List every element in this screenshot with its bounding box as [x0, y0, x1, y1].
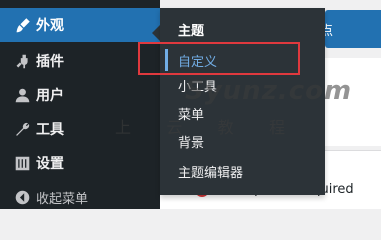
sidebar-item-plugins[interactable]: 插件 — [0, 44, 160, 78]
sidebar-item-appearance[interactable]: 外观 — [0, 8, 160, 42]
active-arrow-notch — [152, 25, 160, 41]
paintbrush-icon — [0, 17, 36, 34]
watermark-char: 云 — [166, 118, 183, 137]
watermark-text: Syunz.com — [185, 76, 353, 106]
submenu-item-theme-editor[interactable]: 主题编辑器 — [178, 162, 243, 181]
watermark-subtext: 上 云 教 程 — [115, 114, 285, 138]
watermark-char: 程 — [268, 118, 285, 137]
submenu-item-themes[interactable]: 主题 — [178, 20, 204, 39]
visit-site-button[interactable]: 点 — [320, 10, 381, 48]
collapse-arrow-icon — [0, 189, 36, 206]
highlight-box — [138, 42, 300, 75]
settings-sliders-icon — [0, 155, 36, 172]
sidebar-item-label: 外观 — [36, 18, 64, 34]
sidebar-item-label: 工具 — [36, 122, 64, 138]
user-icon — [0, 87, 36, 104]
sidebar-item-label: 插件 — [36, 54, 64, 70]
admin-sidebar: 外观 插件 用户 工具 设置 收起菜单 — [0, 0, 160, 209]
sidebar-item-label: 用户 — [36, 88, 64, 104]
wrench-icon — [0, 121, 36, 138]
sidebar-item-users[interactable]: 用户 — [0, 78, 160, 112]
sidebar-item-settings[interactable]: 设置 — [0, 146, 160, 180]
watermark-char: 上 — [115, 118, 132, 137]
sidebar-item-label: 设置 — [36, 156, 64, 172]
collapse-menu-button[interactable]: 收起菜单 — [0, 180, 160, 214]
watermark-char: 教 — [217, 118, 234, 137]
collapse-menu-label: 收起菜单 — [36, 191, 89, 207]
plugin-icon — [0, 53, 36, 70]
